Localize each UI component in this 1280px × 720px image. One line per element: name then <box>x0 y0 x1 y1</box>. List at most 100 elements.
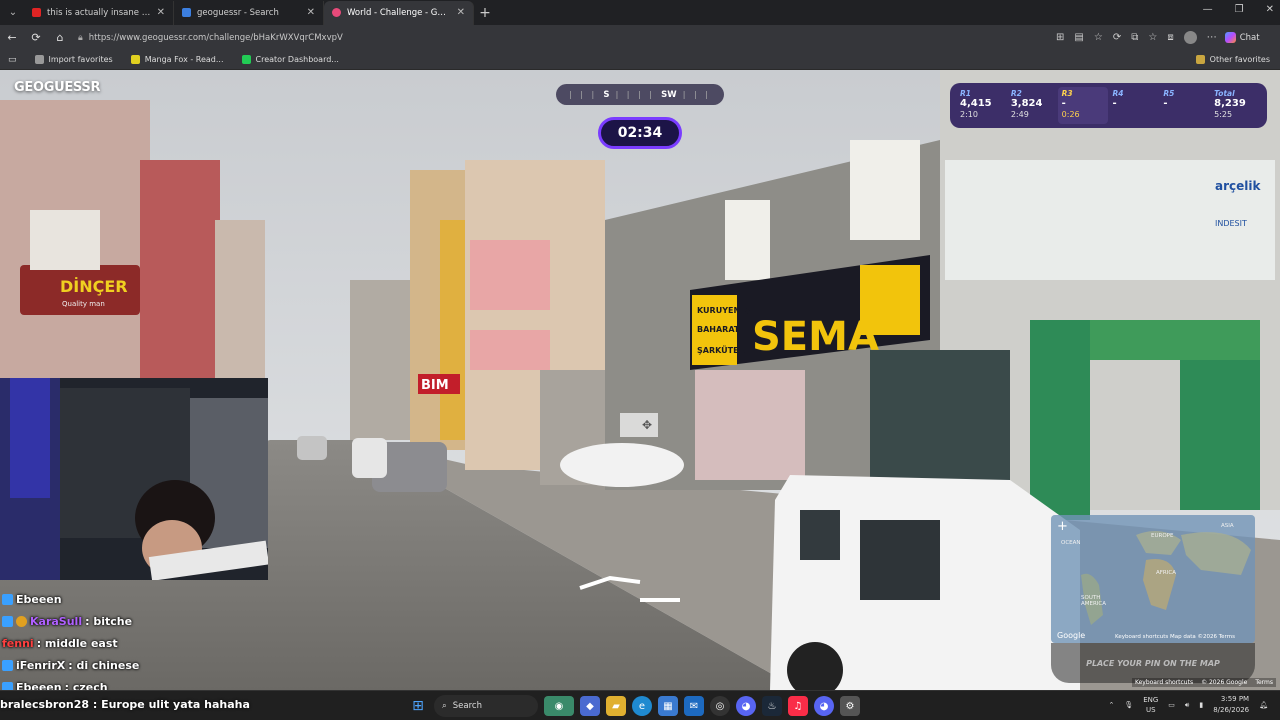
close-window-icon[interactable]: ✕ <box>1266 4 1274 15</box>
scoreboard: R1 4,415 2:10 R2 3,824 2:49 R3 - 0:26 R4… <box>950 83 1267 128</box>
bookmark-import-favorites[interactable]: Import favorites <box>34 55 113 64</box>
bookmark-creator-dashboard[interactable]: Creator Dashboard... <box>241 55 339 64</box>
tab-close-icon[interactable]: ✕ <box>157 7 165 18</box>
outlook-icon[interactable]: ✉ <box>684 696 704 716</box>
dincer-sub-text: Quality man <box>62 300 105 308</box>
bookmarks-bar: ▭ Import favorites Manga Fox - Read... C… <box>0 50 1280 70</box>
tab-close-icon[interactable]: ✕ <box>307 7 315 18</box>
language-indicator[interactable]: ENG US <box>1143 695 1158 715</box>
more-menu-icon[interactable]: ⋯ <box>1207 32 1217 43</box>
guess-minimap[interactable]: + EUROPE ASIA AFRICA SOUTH AMERICA OCEAN… <box>1051 515 1255 643</box>
clock-time: 3:59 PM <box>1220 695 1250 703</box>
copilot-app-icon[interactable]: ◆ <box>580 696 600 716</box>
notification-bell-icon[interactable]: 🔔︎ <box>1259 701 1268 709</box>
subscriber-badge-icon <box>2 659 13 671</box>
tab-search[interactable]: geoguessr - Search ✕ <box>174 0 324 25</box>
discord-alt-icon[interactable]: ◕ <box>814 696 834 716</box>
kuruyemis-sign-text: KURUYEMİŞ <box>697 305 750 315</box>
copilot-chat-button[interactable]: Chat <box>1224 32 1260 43</box>
bookmark-label: Manga Fox - Read... <box>144 55 224 64</box>
chat-message: iFenrirX : di chinese <box>2 654 272 676</box>
bookmark-label: Import favorites <box>48 55 113 64</box>
compass-ticks: | | | | <box>615 90 655 99</box>
url-field[interactable]: 🔒︎ https://www.geoguessr.com/challenge/b… <box>78 28 1048 47</box>
map-label: OCEAN <box>1061 540 1081 546</box>
round-r3: R3 - 0:26 <box>1057 87 1109 124</box>
round-score: 8,239 <box>1214 98 1246 109</box>
steam-icon[interactable]: ♨ <box>762 696 782 716</box>
round-time: 5:25 <box>1214 110 1233 119</box>
google-attribution: Keyboard shortcuts © 2026 Google Terms <box>1131 678 1276 687</box>
round-label: R1 <box>960 89 971 98</box>
map-label: SOUTH AMERICA <box>1081 595 1107 607</box>
collections-icon[interactable]: ⧈ <box>1167 32 1173 43</box>
widgets-icon[interactable]: ◉ <box>544 696 574 716</box>
search-favicon-icon <box>182 8 191 17</box>
kick-icon <box>241 55 251 64</box>
tab-geoguessr[interactable]: World - Challenge - GeoGuessr ✕ <box>324 0 474 25</box>
geoguessr-logo[interactable]: GEOGUESSR <box>14 80 100 95</box>
extensions-icon[interactable]: ⧉ <box>1131 32 1138 43</box>
settings-gear-icon[interactable]: ⚙ <box>840 696 860 716</box>
minimize-icon[interactable]: — <box>1203 4 1213 15</box>
maximize-icon[interactable]: ❐ <box>1235 4 1244 15</box>
home-icon[interactable]: ⌂ <box>48 31 72 44</box>
favorites-icon[interactable]: ☆ <box>1148 32 1157 43</box>
store-icon[interactable]: ▦ <box>658 696 678 716</box>
chat-message: Ebeeen <box>2 588 272 610</box>
stream-chat-overlay: Ebeeen KaraSull : bitche fenni : middle … <box>2 588 272 698</box>
chat-username: fenni <box>2 636 34 650</box>
system-clock[interactable]: 3:59 PM 8/26/2026 <box>1213 694 1249 716</box>
edge-browser-icon[interactable]: e <box>632 696 652 716</box>
svg-text:✥: ✥ <box>642 418 652 432</box>
place-pin-button[interactable]: PLACE YOUR PIN ON THE MAP <box>1051 643 1255 683</box>
keyboard-shortcuts-link[interactable]: Keyboard shortcuts <box>1135 679 1193 686</box>
address-bar-row: ← ⟳ ⌂ 🔒︎ https://www.geoguessr.com/chall… <box>0 25 1280 50</box>
chat-message-bottom: bralecsbron28 : Europe ulit yata hahaha <box>0 698 250 711</box>
bim-sign-text: BIM <box>421 378 449 393</box>
chat-message: fenni : middle east <box>2 632 272 654</box>
webcam-drawing <box>0 378 268 580</box>
back-arrow-icon[interactable]: ← <box>0 31 24 44</box>
profile-avatar[interactable] <box>1183 31 1197 44</box>
new-tab-button[interactable]: + <box>474 5 496 21</box>
file-explorer-icon[interactable]: ▰ <box>606 696 626 716</box>
taskbar-search[interactable]: ⌕ Search <box>434 695 538 717</box>
sidebar-toggle-icon[interactable]: ▭ <box>8 55 17 65</box>
favorite-star-icon[interactable]: ☆ <box>1094 32 1103 43</box>
compass-south: S <box>603 89 610 100</box>
tab-label: World - Challenge - GeoGuessr <box>347 7 451 18</box>
music-icon[interactable]: ♫ <box>788 696 808 716</box>
discord-icon[interactable]: ◕ <box>736 696 756 716</box>
round-score: - <box>1061 98 1066 109</box>
refresh-icon[interactable]: ⟳ <box>24 31 48 44</box>
other-favorites[interactable]: Other favorites <box>1195 55 1270 64</box>
zoom-in-icon[interactable]: + <box>1057 519 1068 534</box>
volume-icon[interactable]: 🔊︎ <box>1185 701 1189 710</box>
tab-list-chevron-icon[interactable]: ⌄ <box>2 2 24 24</box>
copilot-icon <box>1224 32 1236 43</box>
round-total: Total 8,239 5:25 <box>1210 87 1261 124</box>
tray-overflow-icon[interactable]: ⌃ <box>1108 701 1114 709</box>
battery-icon[interactable]: ▮ <box>1199 701 1203 709</box>
round-label: R5 <box>1163 89 1175 98</box>
terms-link[interactable]: Terms <box>1255 679 1273 686</box>
bookmark-manga-fox[interactable]: Manga Fox - Read... <box>130 55 224 64</box>
network-icon[interactable]: ▭ <box>1168 701 1175 709</box>
reader-icon[interactable]: ▤ <box>1074 32 1083 43</box>
toolbar-icons: ⊞ ▤ ☆ ⟳ ⧉ ☆ ⧈ ⋯ <box>1056 31 1217 44</box>
tab-close-icon[interactable]: ✕ <box>457 7 465 18</box>
refresh-alt-icon[interactable]: ⟳ <box>1113 32 1121 43</box>
tab-youtube[interactable]: this is actually insane 😭 - YouTube ✕ <box>24 0 174 25</box>
round-label: R4 <box>1112 89 1124 98</box>
manga-fox-icon <box>130 55 140 64</box>
windows-start-icon[interactable]: ⊞ <box>408 696 428 716</box>
gift-badge-icon <box>16 615 27 627</box>
round-score: 4,415 <box>960 98 992 109</box>
obs-icon[interactable]: ◎ <box>710 696 730 716</box>
app-available-icon[interactable]: ⊞ <box>1056 32 1064 43</box>
microphone-icon[interactable]: 🎙︎ <box>1124 701 1133 709</box>
sarkuteri-sign-text: ŞARKÜTERİ <box>697 345 748 355</box>
round-time: 2:10 <box>960 110 978 119</box>
window-controls: — ❐ ✕ <box>1203 4 1274 15</box>
